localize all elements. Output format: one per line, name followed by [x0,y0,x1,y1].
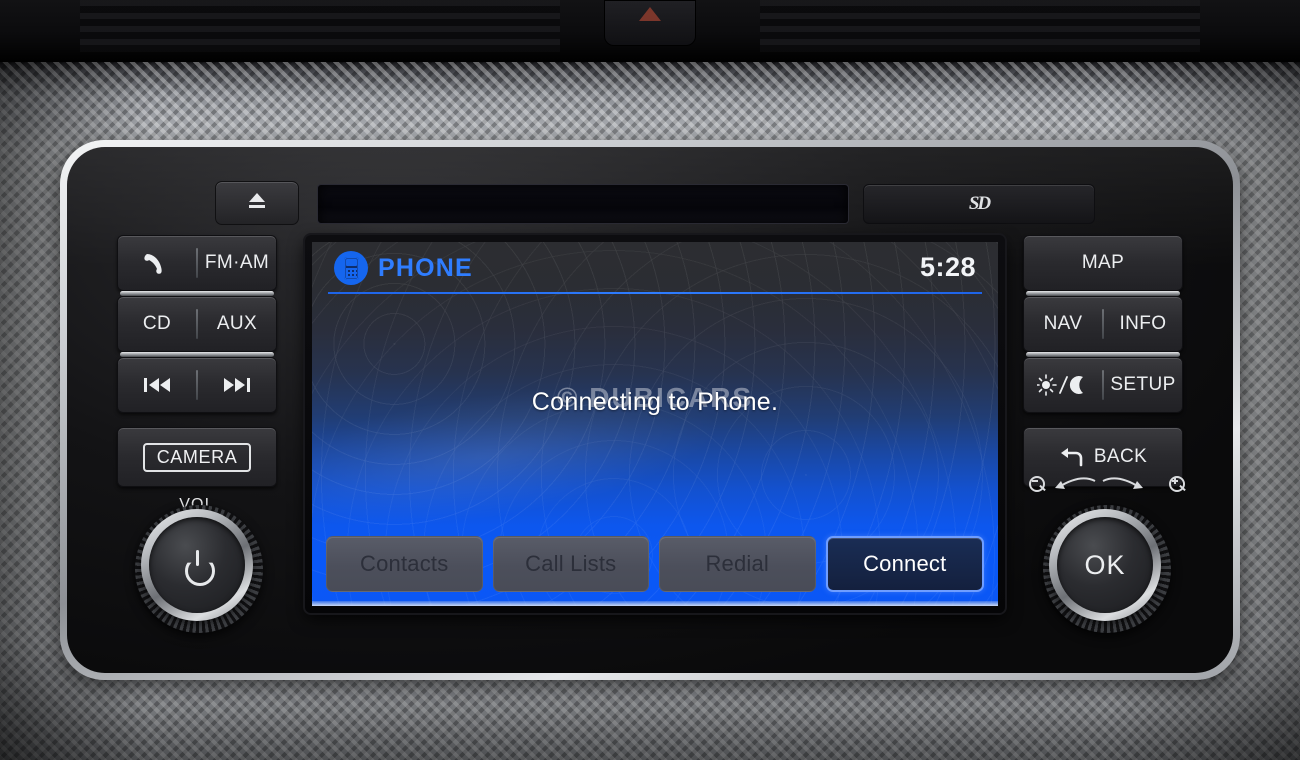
button-camera-label: CAMERA [142,442,252,472]
page-title: PHONE [378,254,473,282]
next-track-icon[interactable] [198,358,276,412]
soft-button-connect[interactable]: Connect [825,536,984,592]
button-info-label[interactable]: INFO [1104,297,1182,351]
soft-button-redial[interactable]: Redial [659,536,816,592]
button-camera[interactable]: CAMERA [117,427,277,487]
phone-icon [334,251,368,285]
head-unit: SD FM·AM CD AUX CAMERA MAP NAV INFO SETU… [60,140,1240,680]
button-setup-label[interactable]: SETUP [1104,358,1182,412]
sd-card-slot[interactable]: SD [863,184,1095,224]
screen-soft-button-row: Contacts Call Lists Redial Connect [326,536,984,592]
screen-bezel: PHONE 5:28 © DUBICARS Connecting to Phon… [305,235,1005,613]
volume-power-knob[interactable] [135,505,263,633]
map-zoom-indicator [1029,471,1185,497]
button-track-skip[interactable] [117,357,277,413]
air-vent-right [760,0,1200,52]
eject-button[interactable] [215,181,299,225]
screenshot-stage: SD FM·AM CD AUX CAMERA MAP NAV INFO SETU… [0,0,1300,760]
lcd-screen[interactable]: PHONE 5:28 © DUBICARS Connecting to Phon… [312,242,998,606]
button-aux-label[interactable]: AUX [198,297,276,351]
zoom-in-icon [1169,476,1185,492]
button-map-label: MAP [1081,252,1125,273]
sd-logo: SD [968,193,991,214]
ok-button-face[interactable]: OK [1057,517,1153,613]
power-icon [182,550,212,580]
status-message: Connecting to Phone. [531,387,779,416]
clock-time: 5:28 [919,252,976,282]
phone-handset-icon[interactable] [118,236,196,290]
screen-header: PHONE 5:28 [312,242,998,294]
right-button-cluster: MAP NAV INFO SETUP BACK [1023,235,1183,492]
zoom-out-icon [1029,476,1045,492]
sun-moon-icon[interactable] [1024,358,1102,412]
hazard-triangle-icon [639,7,661,21]
phone-handset-glyph [343,256,359,280]
cd-disc-slot[interactable] [317,184,849,224]
button-cd-label[interactable]: CD [118,297,196,351]
zoom-arrows-icon [1049,475,1165,493]
left-button-cluster: FM·AM CD AUX CAMERA [117,235,277,514]
previous-track-icon[interactable] [118,358,196,412]
button-map[interactable]: MAP [1023,235,1183,296]
button-cd-aux[interactable]: CD AUX [117,296,277,357]
button-phone-fmam[interactable]: FM·AM [117,235,277,296]
eject-icon [248,193,266,208]
button-daynight-setup[interactable]: SETUP [1023,357,1183,413]
soft-button-call-lists[interactable]: Call Lists [492,536,649,592]
head-unit-body: SD FM·AM CD AUX CAMERA MAP NAV INFO SETU… [67,147,1233,673]
power-button-face[interactable] [149,517,245,613]
button-back-label: BACK [1093,446,1148,467]
soft-button-contacts[interactable]: Contacts [326,536,483,592]
top-slot-row: SD [215,181,1095,227]
hazard-light-button[interactable] [604,0,696,46]
button-nav-label[interactable]: NAV [1024,297,1102,351]
screen-bottom-edge-glare [312,601,998,606]
button-nav-info[interactable]: NAV INFO [1023,296,1183,357]
ok-selector-knob[interactable]: OK [1043,505,1171,633]
dashboard-vent-strip [0,0,1300,62]
screen-content-area: © DUBICARS Connecting to Phone. [312,294,998,510]
air-vent-left [80,0,560,52]
back-arrow-icon [1059,446,1085,468]
button-fm-am-label[interactable]: FM·AM [198,236,276,290]
